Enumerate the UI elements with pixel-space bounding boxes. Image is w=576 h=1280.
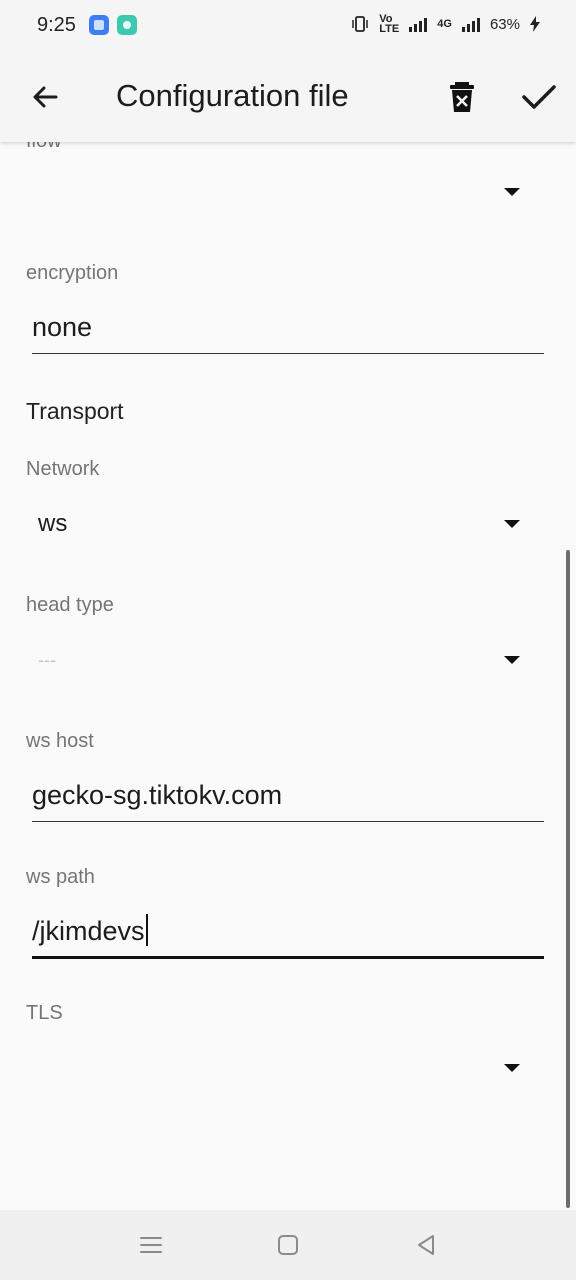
signal-icon [409,16,428,32]
dropdown-arrow-icon[interactable] [504,656,520,664]
app-bar: Configuration file [0,52,576,142]
ws-path-label: ws path [26,866,95,888]
status-icons: Vo LTE 4G 63% [351,13,540,35]
network-label: Network [26,458,100,480]
volte-icon: Vo LTE [379,13,400,35]
back-icon[interactable] [411,1230,441,1260]
form-content[interactable]: flow encryption none Transport Network w… [0,142,576,1210]
delete-icon[interactable] [442,76,482,116]
menu-icon[interactable] [136,1230,166,1260]
scrollbar[interactable] [566,550,570,1208]
flow-spinner[interactable] [26,162,546,222]
head-type-label: head type [26,594,114,616]
encryption-label: encryption [26,262,119,284]
vibrate-icon [352,16,369,32]
page-title: Configuration file [116,78,349,113]
4g-signal-icon: 4G [437,18,452,30]
head-type-value: --- [38,650,56,670]
ws-host-label: ws host [26,730,94,752]
app-notification-icon [89,15,109,35]
home-icon[interactable] [273,1230,303,1260]
transport-section-title: Transport [26,398,124,424]
app-notification-icon [117,15,137,35]
ws-path-underline [32,956,544,959]
status-time: 9:25 [37,14,76,36]
dropdown-arrow-icon[interactable] [504,1064,520,1072]
dropdown-arrow-icon[interactable] [504,188,520,196]
battery-charging-icon [530,16,540,32]
encryption-input[interactable]: none [32,312,92,343]
tls-spinner[interactable] [26,1038,546,1098]
ws-path-value: /jkimdevs [32,916,145,946]
encryption-underline [32,353,544,354]
text-cursor [145,914,148,946]
ws-path-input[interactable]: /jkimdevs [32,914,148,947]
arrow-back-icon[interactable] [26,77,66,117]
signal-icon [461,16,480,32]
check-icon[interactable] [516,76,560,116]
navigation-bar [0,1210,576,1280]
flow-label: flow [26,142,62,153]
ws-host-input[interactable]: gecko-sg.tiktokv.com [32,780,282,811]
dropdown-arrow-icon[interactable] [504,520,520,528]
network-spinner[interactable]: ws [26,494,546,554]
status-bar: 9:25 Vo LTE 4G 63% [0,0,576,52]
network-value: ws [38,510,68,537]
ws-host-underline [32,821,544,822]
battery-level: 63% [489,15,520,33]
tls-label: TLS [26,1002,63,1024]
head-type-spinner[interactable]: --- [26,630,546,690]
